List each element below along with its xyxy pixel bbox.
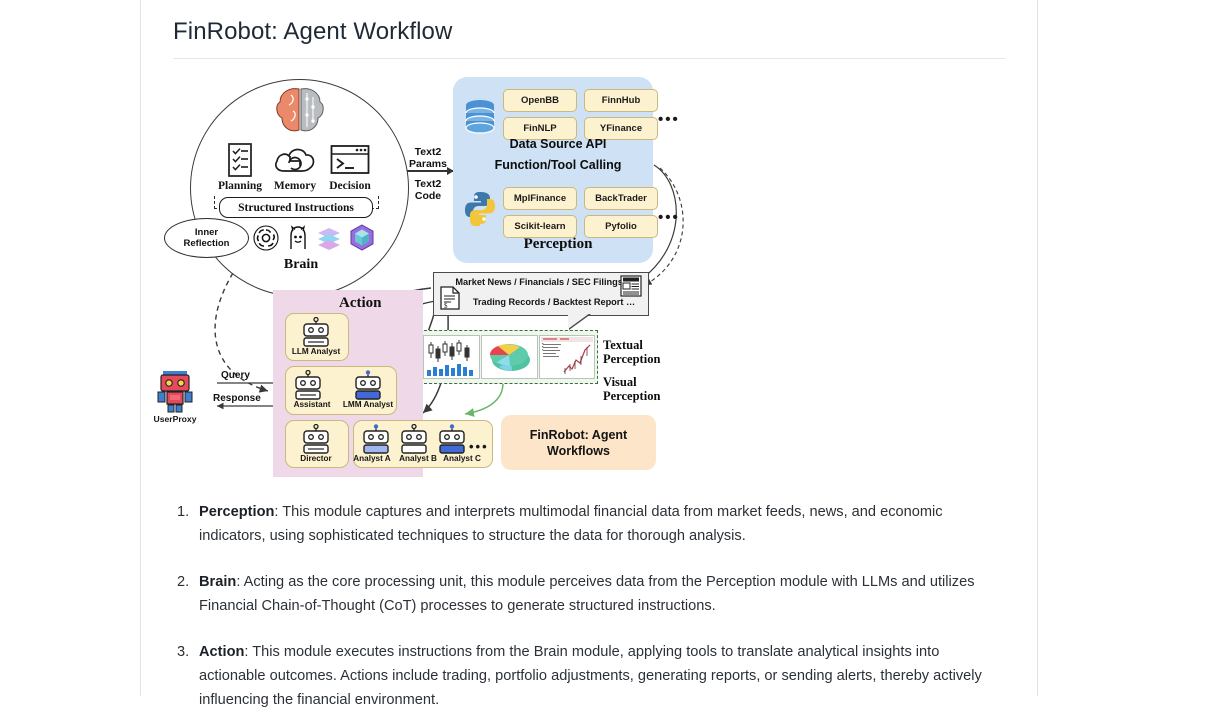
function-tool-calling-caption: Function/Tool Calling [494,158,622,172]
agent-label-analyst-a: Analyst A [353,454,391,463]
text2code-label: Text2 Code [405,178,451,202]
action-title: Action [339,295,382,311]
data-source-chip-grid: OpenBB FinnHub FinNLP YFinance [503,89,658,140]
stock-screen-icon [539,335,595,379]
layers-logo-icon [318,227,341,250]
perception-caption: Perception [523,236,593,252]
data-source-chip[interactable]: FinnHub [584,89,658,112]
text2params-label: Text2 Params [405,146,451,170]
checklist-icon [215,141,265,179]
agent-label-analyst-b: Analyst B [399,454,437,463]
data-source-ellipsis: ••• [658,111,680,128]
list-item: Action: This module executes instruction… [177,640,1001,712]
text2code-line1: Text2 [414,178,442,190]
agent-label-analyst-c: Analyst C [443,454,481,463]
robot-icon [295,370,321,400]
agent-label-assistant: Assistant [293,400,331,409]
list-text: : Acting as the core processing unit, th… [199,574,975,614]
robot-icon [303,424,329,454]
database-icon [465,100,495,134]
textual-perception-line2: Perception [603,352,661,366]
agent-label-director: Director [300,454,332,463]
robot-blue-icon [355,370,381,400]
python-logo-icon [465,192,495,226]
list-term: Action [199,644,245,660]
cloud-refresh-icon [270,141,320,179]
brain-module-planning: Planning [215,141,265,192]
visual-perception-label: Visual Perception [603,375,660,403]
pie-chart-icon [481,335,538,379]
list-text: : This module executes instructions from… [199,644,982,708]
textual-perception-label: Textual Perception [603,338,660,366]
userproxy-label: UserProxy [153,414,197,424]
module-description-list: Perception: This module captures and int… [173,500,1005,712]
agent-label-lmm-analyst: LMM Analyst [342,400,394,409]
workflow-box-line2: Workflows [547,443,610,458]
llm-logo-row [253,224,375,251]
data-source-api-caption: Data Source API [509,137,607,151]
textual-box-tail [568,313,590,329]
tool-chip[interactable]: BackTrader [584,187,658,210]
brain-module-label: Memory [273,180,317,192]
brain-module-memory: Memory [270,141,320,192]
main-content: FinRobot: Agent Workflow Planning Memory… [141,0,1037,708]
agent-workflow-figure: Planning Memory Decision Structured Inst… [154,73,1005,478]
tool-chip[interactable]: Scikit-learn [503,215,577,238]
page-title: FinRobot: Agent Workflow [173,18,453,45]
gem-hexagon-logo-icon [350,224,374,251]
text2code-line2: Code [414,190,442,202]
openai-logo-icon [253,224,279,251]
newspaper-icon [620,275,642,297]
structured-instructions-box: Structured Instructions [219,197,373,218]
list-item: Perception: This module captures and int… [177,500,1001,548]
robot-blue-icon [439,424,465,454]
tool-chip[interactable]: MplFinance [503,187,577,210]
tool-chip[interactable]: Pyfolio [584,215,658,238]
brain-module-label: Decision [329,180,371,192]
finrobot-workflows-box: FinRobot: Agent Workflows [501,415,656,470]
llama-logo-icon [289,224,306,249]
document-icon: $ [440,286,460,310]
data-source-chip[interactable]: OpenBB [503,89,577,112]
workflow-box-line1: FinRobot: Agent [529,427,628,442]
right-divider-rule [1037,0,1038,696]
textual-line-1: Market News / Financials / SEC Filings … [455,277,635,287]
brain-icon [276,88,324,132]
analyst-row-ellipsis: ••• [469,439,489,454]
brain-modules-row: Planning Memory Decision [215,141,375,192]
robot-blue-icon [363,424,389,454]
response-arrow-label: Response [213,393,261,404]
title-divider [173,58,1005,59]
agent-label-llm-analyst: LLM Analyst [291,347,341,356]
visual-perception-line1: Visual [603,375,637,389]
list-text: : This module captures and interprets mu… [199,504,943,544]
textual-line-2: Trading Records / Backtest Report … [472,297,636,307]
robot-icon [303,317,329,347]
robot-icon [401,424,427,454]
tool-ellipsis: ••• [658,209,680,226]
visual-perception-line2: Perception [603,389,661,403]
inner-reflection-bubble: Inner Reflection [164,218,249,258]
candlestick-chart-icon [423,335,480,379]
textual-perception-line1: Textual [603,338,643,352]
svg-text:$: $ [444,302,448,310]
brain-module-label: Planning [217,180,263,192]
text2params-line1: Text2 [414,146,442,158]
query-arrow-label: Query [221,370,250,381]
inner-reflection-line2: Reflection [183,238,230,249]
list-item: Brain: Acting as the core processing uni… [177,570,1001,618]
text2params-line2: Params [409,158,447,170]
brain-caption: Brain [283,257,319,272]
inner-reflection-line1: Inner [194,227,219,238]
user-robot-icon [157,371,193,413]
list-term: Brain [199,574,237,590]
brain-to-perception-arrow [407,167,454,174]
list-term: Perception [199,504,275,520]
terminal-window-icon [325,141,375,179]
brain-module-decision: Decision [325,141,375,192]
page-wrapper: FinRobot: Agent Workflow Planning Memory… [0,0,1213,708]
tool-chip-grid: MplFinance BackTrader Scikit-learn Pyfol… [503,187,658,238]
